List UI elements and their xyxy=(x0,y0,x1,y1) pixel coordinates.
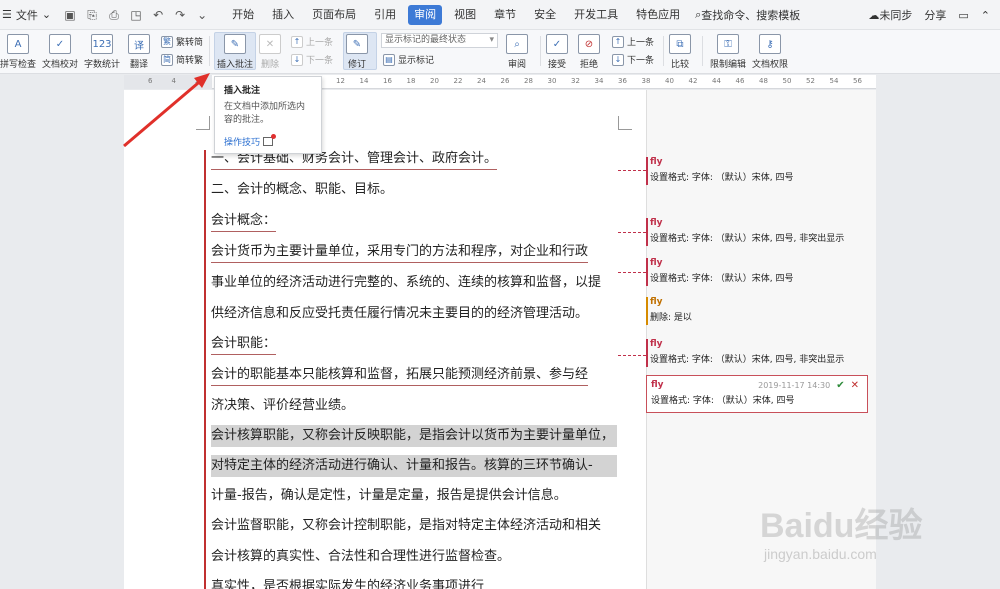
watermark-logo: Baidu经验 xyxy=(760,507,923,545)
watermark-url: jingyan.baidu.com xyxy=(764,546,877,562)
baidu-watermark: Baidu经验 jingyan.baidu.com xyxy=(760,480,960,580)
